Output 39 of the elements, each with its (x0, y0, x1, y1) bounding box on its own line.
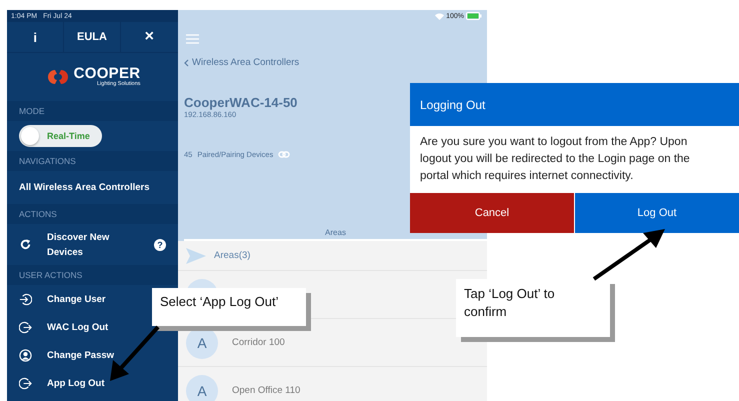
menu-item-label: Discover New Devices (47, 230, 110, 260)
group-label[interactable]: Areas(3) (214, 250, 250, 261)
dialog-title: Logging Out (410, 83, 739, 126)
section-header: USER ACTIONS (7, 265, 178, 285)
logo-wordmark: COOPER (74, 66, 140, 81)
section-header: ACTIONS (7, 204, 178, 224)
area-name[interactable]: Open Office 110 (232, 385, 300, 396)
menu-icon[interactable] (186, 34, 199, 44)
menu-item-label: Change Passw (47, 348, 116, 362)
menu-item-label: App Log Out (47, 376, 106, 390)
wifi-icon (435, 12, 444, 20)
send-icon (186, 248, 206, 264)
header-button[interactable]: × (120, 22, 178, 52)
sign-out-icon (19, 376, 32, 390)
header-button[interactable]: EULA (64, 22, 121, 52)
area-name[interactable]: Corridor 100 (232, 337, 285, 348)
device-name: CooperWAC-14-50 (184, 95, 298, 110)
help-icon[interactable]: ? (154, 238, 166, 250)
battery-icon (466, 12, 482, 20)
menu-item-label: WAC Log Out (47, 320, 110, 334)
refresh-icon (19, 238, 32, 251)
menu-item[interactable]: App Log Out (7, 369, 178, 397)
menu-item[interactable]: All Wireless Area Controllers (7, 171, 178, 204)
log-out-button[interactable]: Log Out (575, 193, 739, 233)
cancel-button[interactable]: Cancel (410, 193, 575, 233)
avatar: A (186, 374, 218, 401)
sign-out-icon (19, 320, 32, 334)
user-icon (19, 348, 32, 362)
sign-in-icon (19, 292, 32, 306)
link-icon (278, 151, 290, 158)
header-button[interactable]: i (7, 22, 64, 52)
section-header: MODE (7, 101, 178, 121)
chevron-left-icon (184, 58, 189, 66)
menu-item[interactable]: Discover New Devices ? (7, 224, 178, 265)
instruction-tooltip: Select ‘App Log Out’ (152, 288, 306, 326)
menu-item-label: Change User (47, 292, 107, 306)
menu-item[interactable]: Change Passw (7, 341, 178, 369)
section-header: NAVIGATIONS (7, 151, 178, 171)
dialog-message: Are you sure you want to logout from the App? Upon logout you will be redirected to the Login page on the portal which requires internet connectivity. (419, 135, 691, 184)
